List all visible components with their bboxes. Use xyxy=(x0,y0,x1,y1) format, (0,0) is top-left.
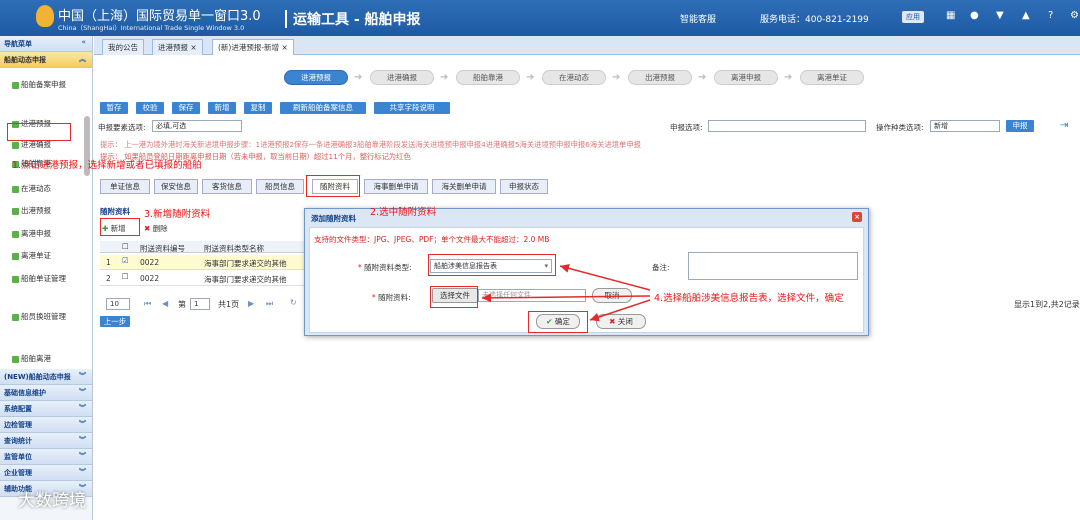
arrow-to-type xyxy=(559,263,651,291)
arrow-to-file xyxy=(481,293,651,303)
watermark: 大数跨境 xyxy=(18,491,86,511)
annotation-arrows xyxy=(481,263,651,322)
arrow-to-confirm xyxy=(589,299,651,322)
